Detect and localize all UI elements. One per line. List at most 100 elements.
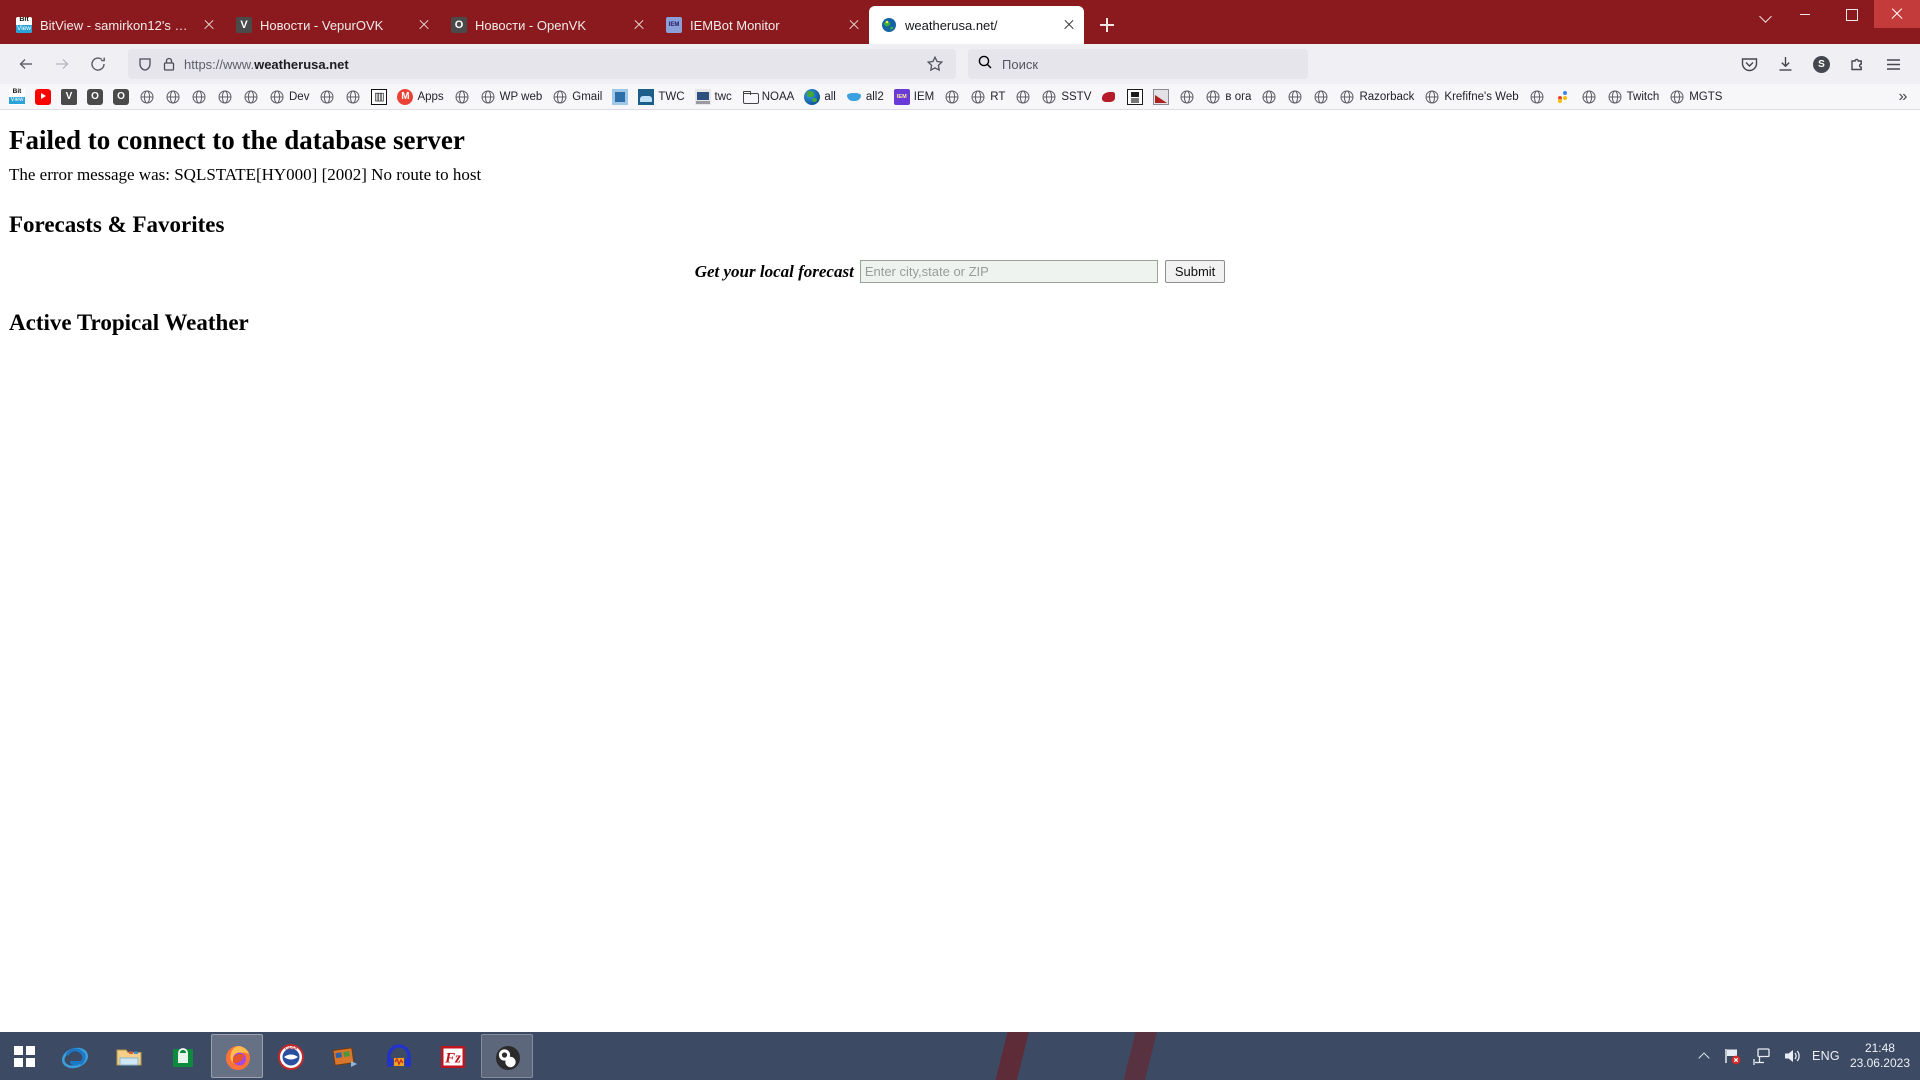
maximize-button[interactable] [1828, 0, 1874, 28]
taskbar-file-explorer[interactable] [103, 1034, 155, 1078]
extension-icon[interactable] [1840, 48, 1874, 80]
show-hidden-icons-button[interactable] [1698, 1049, 1712, 1063]
bookmark-item-v-oga[interactable]: в ога [1200, 86, 1256, 108]
submit-button[interactable]: Submit [1164, 260, 1226, 283]
clock[interactable]: 21:48 23.06.2023 [1850, 1041, 1910, 1071]
bookmark-item-sstv[interactable]: SSTV [1036, 86, 1096, 108]
bookmark-item-rt[interactable]: RT [965, 86, 1010, 108]
bookmark-item[interactable] [108, 86, 134, 108]
forward-button[interactable] [46, 48, 80, 80]
download-icon[interactable] [1768, 48, 1802, 80]
taskbar-obs-studio[interactable] [481, 1034, 533, 1078]
store-icon [169, 1043, 197, 1071]
hamburger-menu-icon[interactable] [1876, 48, 1910, 80]
bookmark-item-iem[interactable]: IEM [889, 86, 939, 108]
bookmark-item-krefifnes-web[interactable]: Krefifne's Web [1419, 86, 1523, 108]
browser-tab-openvk[interactable]: Новости - OpenVK [439, 6, 654, 44]
bookmark-item[interactable] [1576, 86, 1602, 108]
bookmark-item-apps[interactable]: Apps [392, 86, 448, 108]
bookmark-item[interactable] [186, 86, 212, 108]
start-button[interactable] [0, 1032, 48, 1080]
bookmark-item[interactable] [1550, 86, 1576, 108]
taskbar-casa-program[interactable]: CASA [265, 1034, 317, 1078]
taskbar-video-editor[interactable] [319, 1034, 371, 1078]
back-button[interactable] [10, 48, 44, 80]
browser-tab-bitview[interactable]: BitView - samirkon12's BitView [4, 6, 224, 44]
taskbar-audio-app[interactable] [373, 1034, 425, 1078]
close-icon[interactable] [630, 16, 648, 34]
bookmark-item-wp-web[interactable]: WP web [475, 86, 548, 108]
bookmark-item-twc-lower[interactable]: twc [690, 86, 737, 108]
bookmark-item-gmail[interactable]: Gmail [547, 86, 607, 108]
bookmark-item-razorback[interactable]: Razorback [1334, 86, 1419, 108]
network-icon[interactable] [1752, 1046, 1772, 1066]
bookmark-item[interactable] [212, 86, 238, 108]
bookmark-item[interactable] [1256, 86, 1282, 108]
bookmark-item[interactable] [1524, 86, 1550, 108]
bookmark-item[interactable] [1282, 86, 1308, 108]
minimize-button[interactable] [1782, 0, 1828, 28]
bookmark-item[interactable] [56, 86, 82, 108]
bookmark-folder-noaa[interactable]: NOAA [737, 86, 800, 108]
tab-title: BitView - samirkon12's BitView [40, 17, 192, 33]
bookmark-item[interactable] [607, 86, 633, 108]
vepurovk-icon [61, 88, 77, 105]
page-content: Failed to connect to the database server… [0, 110, 1920, 1032]
browser-tab-weatherusa[interactable]: weatherusa.net/ [869, 6, 1084, 44]
pocket-icon[interactable] [1732, 48, 1766, 80]
bookmark-item[interactable] [1010, 86, 1036, 108]
lock-icon[interactable] [160, 55, 178, 73]
security-flag-icon[interactable] [1722, 1046, 1742, 1066]
star-icon[interactable] [922, 51, 948, 77]
close-icon[interactable] [200, 16, 218, 34]
globe-icon [1287, 89, 1303, 105]
address-bar[interactable]: https://www.weatherusa.net [128, 49, 956, 79]
bookmark-item[interactable] [134, 86, 160, 108]
bookmark-item[interactable] [1148, 86, 1174, 108]
bookmark-item-dev[interactable]: Dev [264, 86, 314, 108]
close-icon[interactable] [1060, 16, 1078, 34]
forecast-location-input[interactable] [859, 260, 1158, 283]
bookmark-item[interactable] [366, 86, 392, 108]
chevron-down-icon[interactable] [1760, 10, 1772, 22]
bookmark-item[interactable] [238, 86, 264, 108]
openvk-icon [451, 17, 467, 33]
bookmark-item[interactable] [449, 86, 475, 108]
new-tab-button[interactable] [1092, 10, 1122, 40]
bookmark-item-mgts[interactable]: MGTS [1664, 86, 1727, 108]
bookmark-item[interactable] [1308, 86, 1334, 108]
close-button[interactable] [1874, 0, 1920, 28]
bookmark-item[interactable] [30, 86, 56, 108]
taskbar-filezilla[interactable]: Fz [427, 1034, 479, 1078]
bookmark-item-all2[interactable]: all2 [841, 86, 889, 108]
account-button[interactable]: S [1804, 48, 1838, 80]
bookmark-item[interactable] [340, 86, 366, 108]
volume-icon[interactable] [1782, 1046, 1802, 1066]
bookmark-item[interactable] [160, 86, 186, 108]
search-bar[interactable]: Поиск [968, 49, 1308, 79]
shield-icon[interactable] [136, 55, 154, 73]
bookmark-item-all[interactable]: all [799, 86, 841, 108]
globe-icon [1529, 89, 1545, 105]
bookmarks-overflow-chevron-icon[interactable] [1890, 86, 1916, 108]
bookmark-item-twc[interactable]: TWC [633, 86, 689, 108]
browser-tab-vepurovk[interactable]: Новости - VepurOVK [224, 6, 439, 44]
bookmark-item[interactable] [4, 86, 30, 108]
bookmark-item[interactable] [1122, 86, 1148, 108]
reload-button[interactable] [82, 48, 116, 80]
taskbar-internet-explorer[interactable] [49, 1034, 101, 1078]
close-icon[interactable] [415, 16, 433, 34]
close-icon[interactable] [845, 16, 863, 34]
bookmark-item[interactable] [314, 86, 340, 108]
bookmark-item[interactable] [939, 86, 965, 108]
language-indicator[interactable]: ENG [1812, 1049, 1840, 1063]
bookmark-item[interactable] [82, 86, 108, 108]
vepurovk-icon [236, 17, 252, 33]
globe-icon [1669, 89, 1685, 105]
bookmark-item-twitch[interactable]: Twitch [1602, 86, 1665, 108]
bookmark-item[interactable] [1174, 86, 1200, 108]
bookmark-item[interactable] [1096, 86, 1122, 108]
taskbar-firefox[interactable] [211, 1034, 263, 1078]
browser-tab-iembot[interactable]: IEMBot Monitor [654, 6, 869, 44]
taskbar-microsoft-store[interactable] [157, 1034, 209, 1078]
